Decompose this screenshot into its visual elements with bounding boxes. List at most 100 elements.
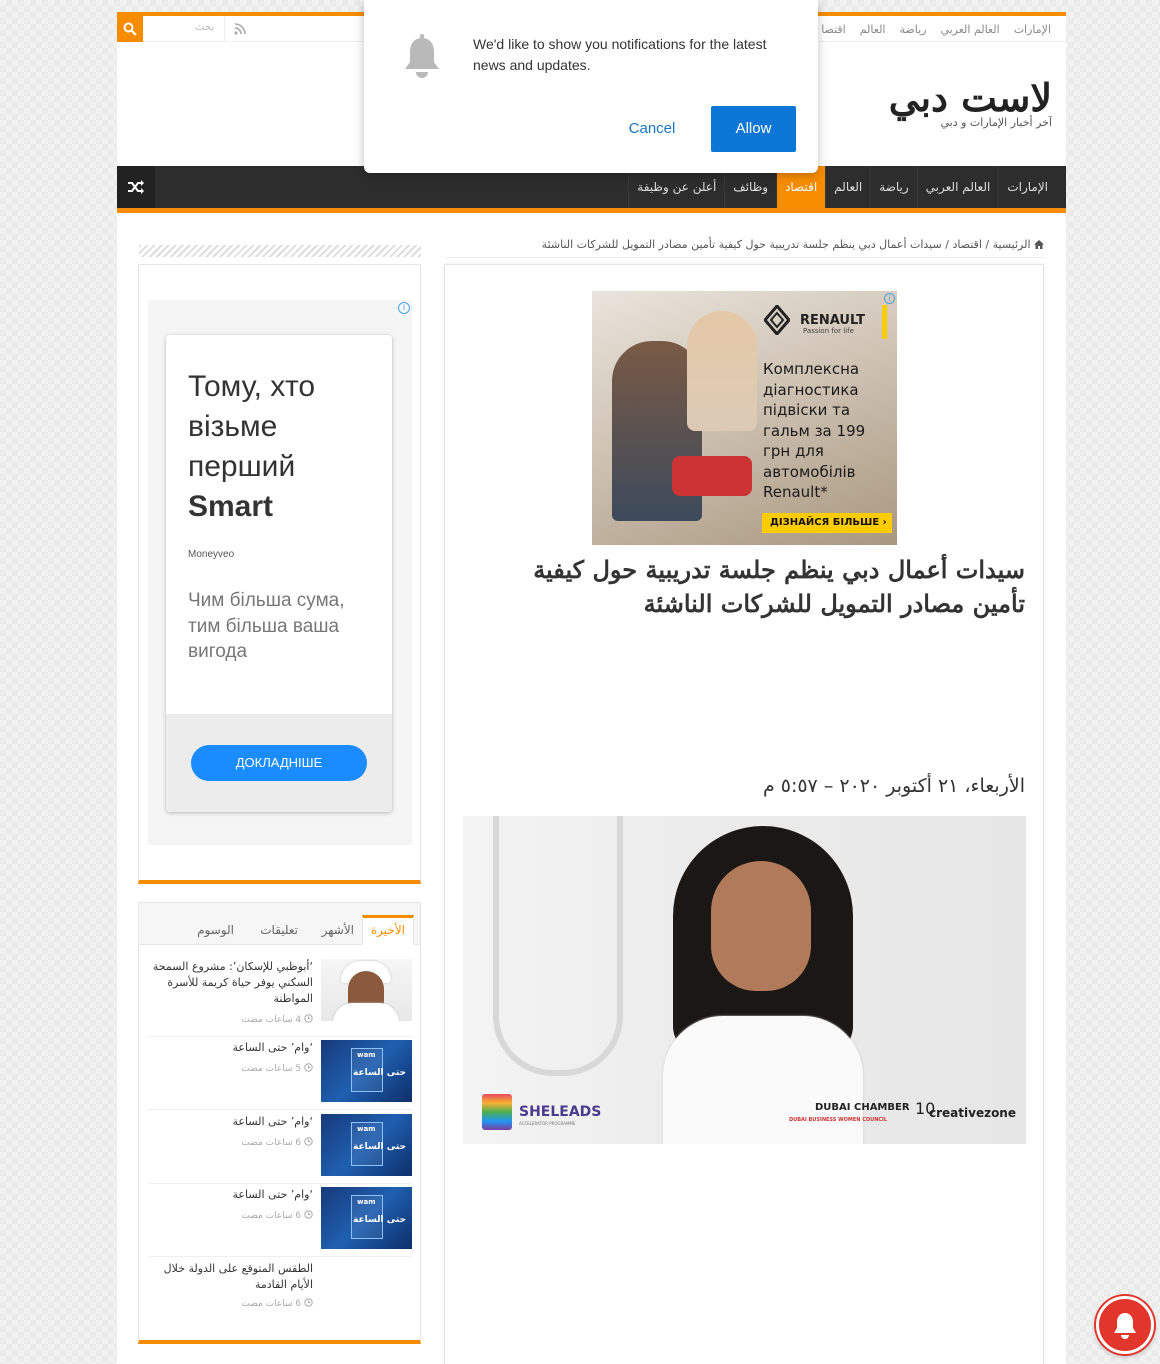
- main-nav: الإمارات العالم العربي رياضة العالم اقتص…: [117, 166, 1066, 213]
- article-content: RENAULT Passion for life Комплексна діаг…: [444, 264, 1044, 1364]
- home-icon: [1034, 240, 1044, 249]
- nav-item-world[interactable]: العالم: [825, 166, 870, 208]
- list-item[interactable]: ‘أبوظبي للإسكان’: مشروع السمحة السكني يو…: [148, 959, 412, 1029]
- article-image: SHELEADS ACCELERATOR PROGRAMME DUBAI CHA…: [463, 816, 1026, 1144]
- wam-logo: wam: [357, 1125, 376, 1133]
- notification-prompt: We'd like to show you notifications for …: [364, 0, 818, 173]
- ad-accent-bar: [882, 305, 887, 339]
- hero-person-shirt: [663, 1016, 863, 1144]
- notification-message: We'd like to show you notifications for …: [473, 36, 767, 73]
- post-thumb-image: wam حتى الساعة: [321, 1114, 412, 1176]
- hero-person-face: [711, 861, 811, 991]
- post-time: 6 ساعات مضت: [241, 1210, 313, 1221]
- breadcrumb: الرئيسية / اقتصاد / سيدات أعمال دبي ينظم…: [542, 238, 1044, 251]
- sidebar-tabs-widget: الأخيرة الأشهر تعليقات الوسوم ‘أبوظبي لل…: [138, 902, 421, 1344]
- post-thumbnail[interactable]: wam حتى الساعة: [321, 1040, 412, 1102]
- wam-logo: wam: [357, 1198, 376, 1206]
- post-title[interactable]: ‘أبوظبي للإسكان’: مشروع السمحة السكني يو…: [148, 959, 313, 1007]
- ad-toy-car-image: [672, 456, 752, 496]
- wam-thumb-text: حتى الساعة: [353, 1215, 407, 1225]
- list-item[interactable]: الطقس المتوقع على الدولة خلال الأيام الق…: [148, 1261, 412, 1331]
- bell-icon: [1114, 1313, 1136, 1339]
- post-thumbnail[interactable]: [321, 959, 412, 1021]
- top-nav: الإمارات العالم العربي رياضة العالم اقتص…: [814, 16, 1058, 42]
- ad-brand: RENAULT: [800, 313, 865, 328]
- post-title[interactable]: ‘وام’ حتى الساعة: [148, 1187, 314, 1203]
- topnav-item[interactable]: الإمارات: [1007, 23, 1058, 36]
- wam-logo: wam: [357, 1051, 376, 1059]
- tab-comments[interactable]: تعليقات: [252, 915, 306, 945]
- post-thumb-image: [321, 959, 412, 1021]
- post-time: 6 ساعات مضت: [241, 1298, 313, 1309]
- bell-icon: [405, 34, 439, 78]
- sidebar-stripes: [139, 245, 421, 257]
- sheleads-logo: SHELEADS: [519, 1104, 602, 1120]
- clock-icon: [304, 1014, 313, 1023]
- ad-brand-tagline: Passion for life: [803, 327, 854, 335]
- sidebar-ad-headline-bold: Smart: [188, 490, 274, 523]
- post-title[interactable]: ‘وام’ حتى الساعة: [148, 1114, 314, 1130]
- wam-thumb-text: حتى الساعة: [353, 1068, 407, 1078]
- sidebar-ad-card[interactable]: Тому, хто візьме перший Smart Moneyveo Ч…: [166, 335, 392, 812]
- shuffle-icon: [128, 180, 144, 194]
- nav-item-emirates[interactable]: الإمارات: [998, 166, 1056, 208]
- post-time-text: 6 ساعات مضت: [241, 1211, 302, 1221]
- sidebar-ad-widget: i Тому, хто візьме перший Smart Moneyveo…: [138, 264, 421, 884]
- hero-window-frame: [493, 816, 623, 1076]
- dubai-chamber-sub: DUBAI BUSINESS WOMEN COUNCIL: [789, 1117, 888, 1123]
- tab-tags[interactable]: الوسوم: [189, 915, 242, 945]
- nav-item-arab-world[interactable]: العالم العربي: [916, 166, 999, 208]
- sidebar-advertisement[interactable]: i Тому, хто візьме перший Smart Moneyveo…: [148, 300, 412, 845]
- topnav-item[interactable]: العالم: [853, 23, 893, 36]
- post-thumbnail[interactable]: wam حتى الساعة: [321, 1114, 412, 1176]
- breadcrumb-home[interactable]: الرئيسية: [993, 238, 1031, 251]
- post-time-text: 6 ساعات مضت: [241, 1299, 302, 1309]
- article-date: الأربعاء، ٢١ أكتوبر ٢٠٢٠ – ٥:٥٧ م: [762, 775, 1025, 797]
- site-logo[interactable]: لاست دبي آخر أخبار الإمارات و دبي: [889, 76, 1052, 130]
- post-time-text: 5 ساعات مضت: [241, 1064, 302, 1074]
- breadcrumb-current: سيدات أعمال دبي ينظم جلسة تدريبية حول كي…: [541, 238, 942, 251]
- post-thumbnail[interactable]: wam حتى الساعة: [321, 1187, 412, 1249]
- ad-child-image: [687, 311, 757, 431]
- list-item[interactable]: wam حتى الساعة ‘وام’ حتى الساعة 5 ساعات م…: [148, 1040, 412, 1110]
- sidebar-ad-button[interactable]: ДОКЛАДНІШЕ: [191, 745, 367, 781]
- breadcrumb-section[interactable]: اقتصاد: [952, 238, 981, 251]
- breadcrumb-divider: [445, 257, 1044, 258]
- info-icon[interactable]: i: [884, 293, 895, 304]
- tab-popular[interactable]: الأشهر: [314, 915, 362, 945]
- tab-bar: الأخيرة الأشهر تعليقات الوسوم: [139, 903, 420, 945]
- post-divider: [148, 1256, 412, 1257]
- cancel-button[interactable]: Cancel: [616, 106, 688, 152]
- search-button[interactable]: [117, 16, 143, 42]
- topnav-item[interactable]: العالم العربي: [933, 23, 1006, 36]
- list-item[interactable]: wam حتى الساعة ‘وام’ حتى الساعة 6 ساعات م…: [148, 1114, 412, 1184]
- site-title[interactable]: لاست دبي: [889, 76, 1052, 120]
- sidebar-ad-subtext: Чим більша сума, тим більша ваша вигода: [188, 590, 345, 662]
- creativezone-logo: creativezone: [929, 1106, 1016, 1120]
- search-input[interactable]: بحث: [143, 16, 225, 42]
- dubai-chamber-logo: DUBAI CHAMBER: [815, 1102, 910, 1113]
- article-title: سيدات أعمال دبي ينظم جلسة تدريبية حول كي…: [533, 555, 1025, 618]
- post-title[interactable]: ‘وام’ حتى الساعة: [148, 1040, 314, 1056]
- post-title[interactable]: الطقس المتوقع على الدولة خلال الأيام الق…: [148, 1261, 313, 1293]
- sheleads-sub: ACCELERATOR PROGRAMME: [519, 1121, 576, 1126]
- top-advertisement[interactable]: RENAULT Passion for life Комплексна діаг…: [592, 291, 897, 545]
- tab-recent[interactable]: الأخيرة: [361, 915, 414, 945]
- list-item[interactable]: wam حتى الساعة ‘وام’ حتى الساعة 6 ساعات م…: [148, 1187, 412, 1257]
- sheleads-logo-icon: [482, 1094, 512, 1130]
- clock-icon: [304, 1298, 313, 1307]
- breadcrumb-sep: /: [985, 238, 990, 251]
- post-thumb-image: wam حتى الساعة: [321, 1187, 412, 1249]
- random-post-button[interactable]: [117, 166, 155, 208]
- info-icon[interactable]: i: [398, 302, 410, 314]
- topnav-item[interactable]: رياضة: [892, 23, 933, 36]
- post-time-text: 4 ساعات مضت: [241, 1015, 302, 1025]
- wam-thumb-text: حتى الساعة: [353, 1142, 407, 1152]
- rss-icon[interactable]: [233, 22, 247, 36]
- notification-bell-button[interactable]: [1096, 1296, 1154, 1354]
- post-divider: [148, 1109, 412, 1110]
- ad-cta-button[interactable]: ДІЗНАЙСЯ БІЛЬШЕ ›: [762, 513, 892, 533]
- nav-item-sports[interactable]: رياضة: [870, 166, 916, 208]
- topnav-item[interactable]: اقتصا: [814, 23, 853, 36]
- allow-button[interactable]: Allow: [711, 106, 796, 152]
